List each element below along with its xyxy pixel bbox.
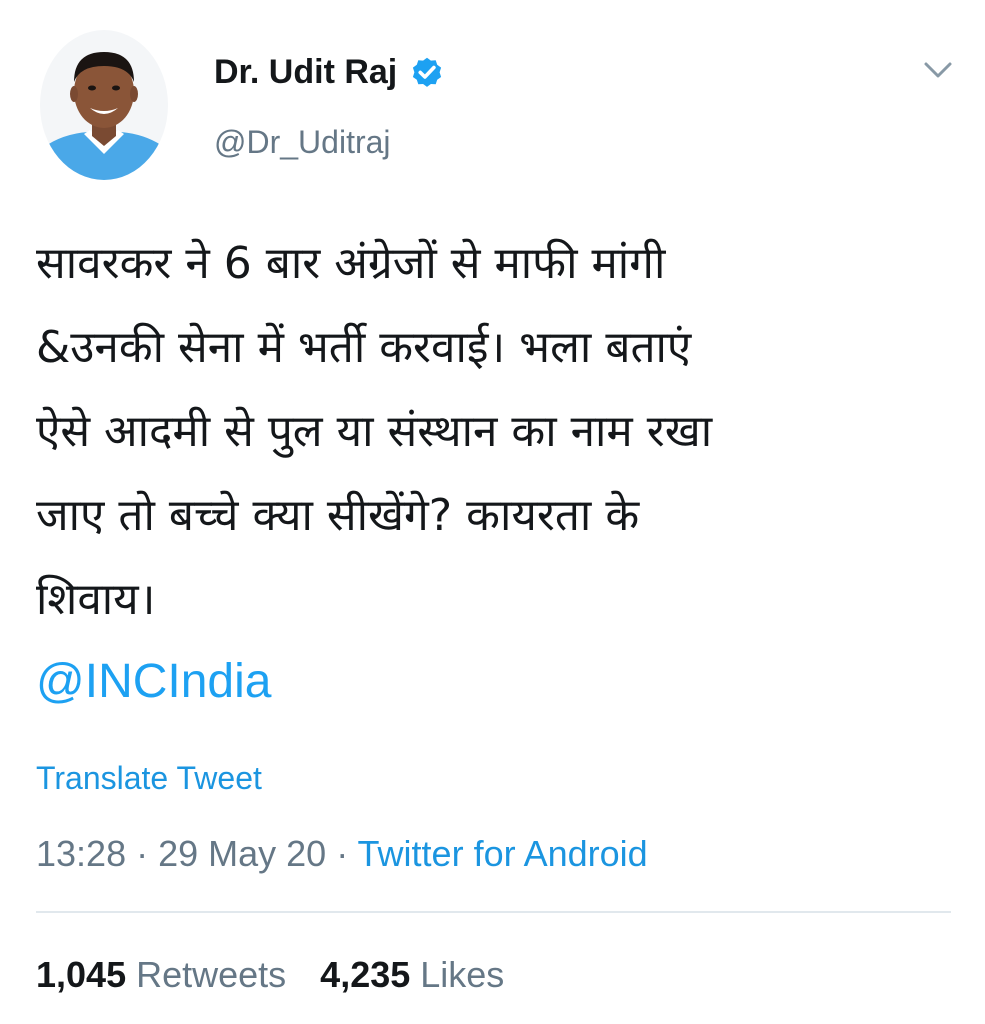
tweet-date: 29 May 20	[158, 833, 327, 874]
translate-tweet-button[interactable]: Translate Tweet	[36, 758, 262, 798]
avatar[interactable]	[40, 30, 168, 180]
mention-link[interactable]: @INCIndia	[36, 650, 271, 714]
verified-badge-icon	[409, 54, 445, 90]
tweet-time: 13:28	[36, 833, 127, 874]
retweets-label: Retweets	[136, 954, 287, 995]
profile-photo	[40, 30, 168, 180]
tweet-source-link[interactable]: Twitter for Android	[358, 833, 648, 874]
tweet-text: सावरकर ने 6 बार अंग्रेजों से माफी मांगी …	[36, 238, 713, 625]
chevron-down-icon[interactable]	[918, 56, 958, 86]
retweets-count: 1,045	[36, 954, 127, 995]
tweet-stats: 1,045 Retweets 4,235 Likes	[36, 952, 538, 998]
likes-label: Likes	[420, 954, 505, 995]
display-name-text: Dr. Udit Raj	[214, 53, 398, 91]
divider	[36, 911, 951, 913]
retweets-stat[interactable]: 1,045 Retweets	[36, 952, 286, 998]
likes-stat[interactable]: 4,235 Likes	[320, 952, 504, 998]
meta-separator: ·	[326, 833, 358, 874]
likes-count: 4,235	[320, 954, 411, 995]
meta-separator: ·	[126, 833, 159, 874]
author-handle[interactable]: @Dr_Uditraj	[214, 122, 391, 162]
tweet-meta: 13:28 · 29 May 20 · Twitter for Android	[36, 832, 648, 876]
author-display-name[interactable]: Dr. Udit Raj	[214, 50, 445, 94]
